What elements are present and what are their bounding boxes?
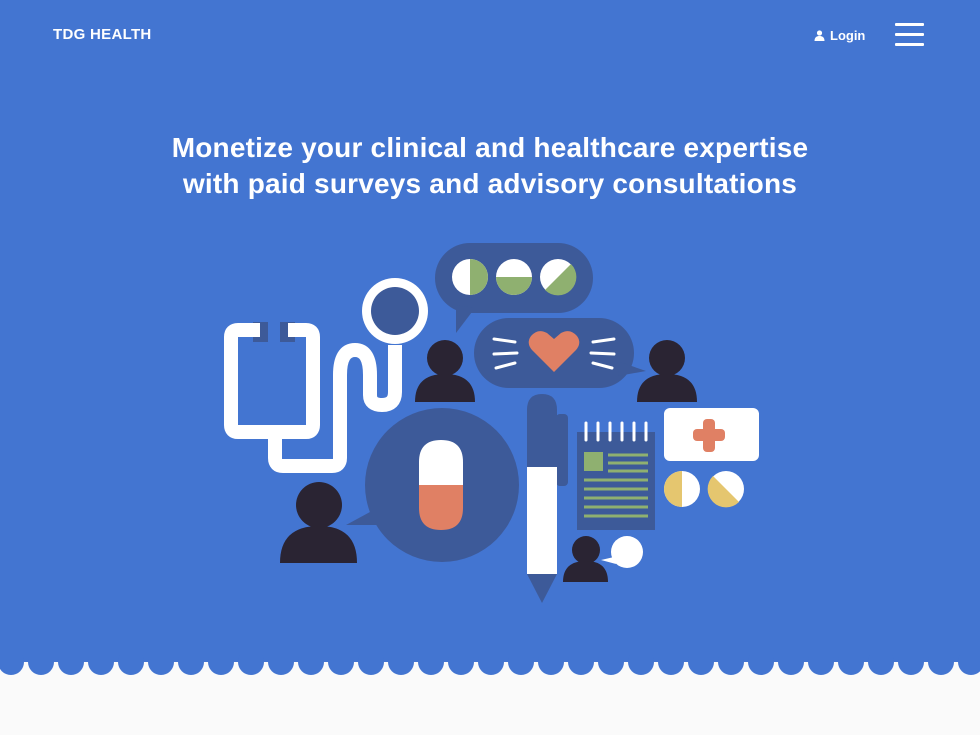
wave-divider bbox=[0, 655, 980, 680]
person-icon bbox=[280, 482, 357, 563]
first-aid-icon bbox=[664, 408, 759, 461]
capsule-bubble bbox=[346, 408, 519, 562]
login-button[interactable]: Login bbox=[814, 26, 865, 44]
user-icon bbox=[814, 29, 825, 41]
small-speech-bubble bbox=[601, 536, 643, 568]
brand-logo[interactable]: TDG HEALTH bbox=[53, 26, 152, 43]
headline-line-1: Monetize your clinical and healthcare ex… bbox=[171, 132, 809, 163]
login-label: Login bbox=[830, 27, 866, 43]
hamburger-menu-icon[interactable] bbox=[895, 23, 924, 47]
person-icon bbox=[415, 340, 475, 402]
page-title: Monetize your clinical and healthcare ex… bbox=[0, 130, 980, 202]
tablets-icon bbox=[664, 471, 744, 508]
hero-section: TDG HEALTH Login Monetize your clinical … bbox=[0, 0, 980, 680]
headline-line-2: with paid surveys and advisory consultat… bbox=[182, 168, 798, 199]
person-icon bbox=[563, 536, 608, 582]
heart-speech-bubble bbox=[474, 318, 646, 388]
notepad-icon bbox=[577, 421, 655, 530]
pen-icon bbox=[527, 394, 568, 603]
medical-consultation-illustration bbox=[224, 243, 759, 603]
